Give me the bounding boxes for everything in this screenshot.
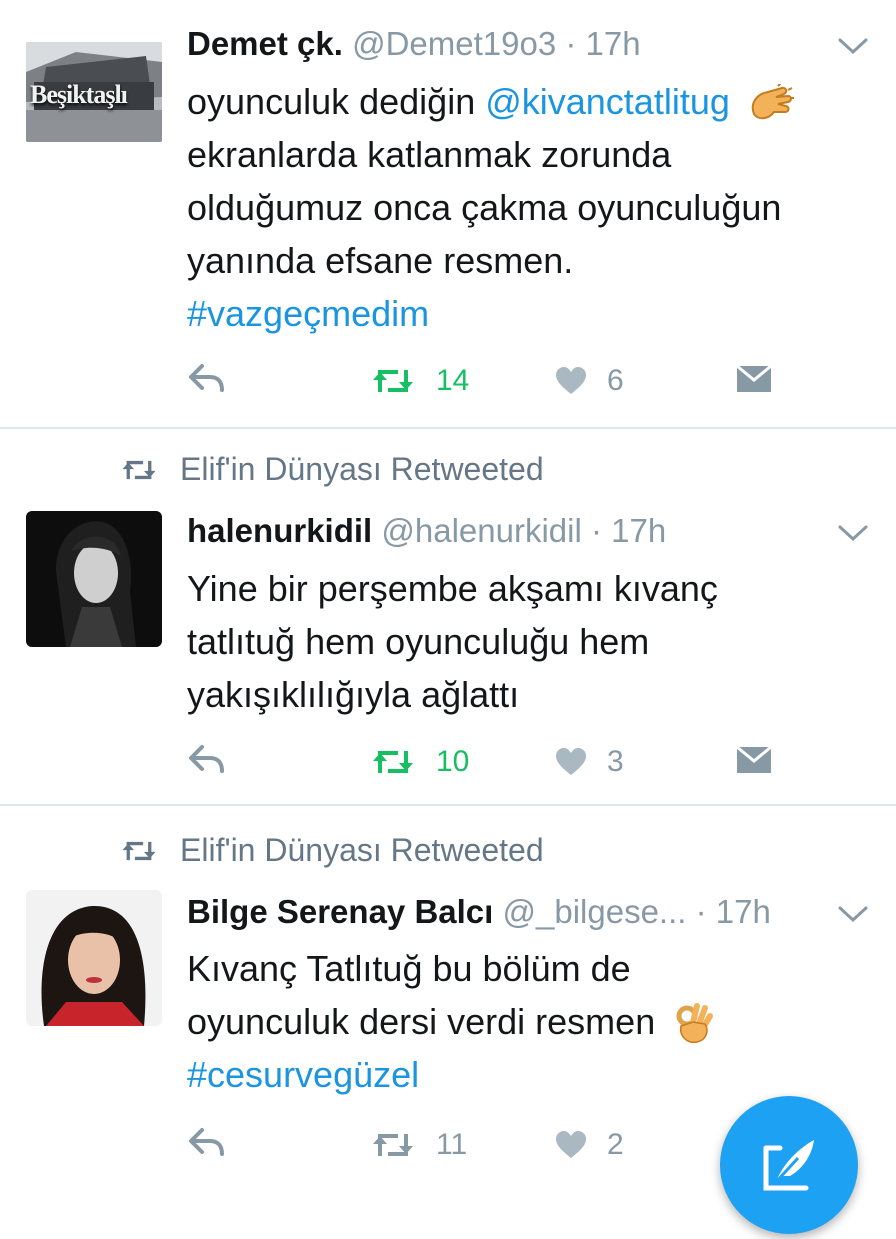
like-button[interactable]: 2 <box>555 1128 624 1162</box>
user-handle[interactable]: @_bilgese... <box>503 893 687 930</box>
tweet-header: Bilge Serenay Balcı @_bilgese... · 17h <box>187 892 816 932</box>
avatar-bilge[interactable] <box>26 890 162 1026</box>
avatar-image <box>26 890 162 1026</box>
text-line: Yine bir perşembe akşamı kıvanç <box>187 568 718 609</box>
retweet-context: Elif'in Dünyası Retweeted <box>120 451 544 488</box>
reply-icon <box>189 364 224 392</box>
user-handle[interactable]: @halenurkidil <box>381 512 581 549</box>
retweet-button[interactable]: 14 <box>370 364 469 398</box>
like-count: 3 <box>607 745 624 778</box>
chevron-down-icon[interactable] <box>836 523 870 543</box>
text-line: olduğumuz onca çakma oyunculuğun <box>187 187 782 228</box>
reply-button[interactable] <box>188 362 226 394</box>
direct-message-button[interactable] <box>736 745 772 775</box>
user-handle[interactable]: @Demet19o3 <box>352 25 556 62</box>
text-line: oyunculuk dediğin <box>187 81 486 122</box>
avatar-halenurkidil[interactable] <box>26 511 162 647</box>
tweet-text: oyunculuk dediğin @kivanctatlitug ekranl… <box>187 75 867 340</box>
display-name[interactable]: halenurkidil <box>187 512 372 549</box>
reply-icon <box>189 745 224 773</box>
reply-icon <box>189 1128 224 1156</box>
separator-dot: · <box>591 512 602 549</box>
retweet-icon <box>122 841 156 860</box>
tweet-text: Kıvanç Tatlıtuğ bu bölüm de oyunculuk de… <box>187 942 867 1101</box>
avatar-image <box>26 511 162 647</box>
tweet-2[interactable]: Elif'in Dünyası Retweeted halenurkidil @… <box>0 429 896 805</box>
retweet-context-label[interactable]: Elif'in Dünyası Retweeted <box>180 451 544 488</box>
text-line: yanında efsane resmen. <box>187 240 574 281</box>
chevron-down-icon[interactable] <box>836 904 870 924</box>
text-line: Kıvanç Tatlıtuğ bu bölüm de <box>187 948 631 989</box>
ok-hand-icon <box>676 1003 714 1044</box>
compose-quill-icon <box>763 1140 814 1191</box>
heart-icon <box>556 748 586 775</box>
text-line: oyunculuk dersi verdi resmen <box>187 1001 656 1042</box>
like-button[interactable]: 6 <box>555 364 624 398</box>
text-line: tatlıtuğ hem oyunculuğu hem <box>187 621 650 662</box>
text-line: ekranlarda katlanmak zorunda <box>187 134 672 175</box>
tweet-time[interactable]: 17h <box>586 25 641 62</box>
retweet-count: 14 <box>436 364 470 397</box>
retweet-button[interactable]: 10 <box>370 745 469 779</box>
avatar-label: Beşiktaşlı <box>30 80 128 109</box>
like-count: 6 <box>607 364 624 397</box>
like-count: 2 <box>607 1128 624 1161</box>
separator-dot: · <box>695 893 707 930</box>
retweet-icon <box>373 370 413 392</box>
retweet-icon <box>373 751 413 773</box>
tweet-time[interactable]: 17h <box>611 512 666 549</box>
retweet-context-label[interactable]: Elif'in Dünyası Retweeted <box>180 832 544 869</box>
retweet-count: 11 <box>436 1128 468 1161</box>
tweet-header: halenurkidil @halenurkidil · 17h <box>187 511 816 551</box>
heart-icon <box>556 1131 586 1158</box>
retweet-button[interactable]: 11 <box>370 1128 467 1162</box>
like-button[interactable]: 3 <box>555 745 624 779</box>
retweet-count: 10 <box>436 745 470 778</box>
hashtag-link[interactable]: #vazgeçmedim <box>187 287 867 340</box>
retweet-context: Elif'in Dünyası Retweeted <box>120 832 544 869</box>
chevron-down-icon[interactable] <box>836 36 870 56</box>
heart-icon <box>556 367 586 394</box>
retweet-icon <box>122 460 156 479</box>
reply-button[interactable] <box>188 1126 226 1158</box>
tweet-1[interactable]: Beşiktaşlı Demet çk. @Demet19o3 · 17h oy… <box>0 0 896 428</box>
avatar-demet[interactable]: Beşiktaşlı <box>26 42 162 142</box>
text-line: yakışıklılığıyla ağlattı <box>187 674 520 715</box>
compose-tweet-button[interactable] <box>720 1096 858 1234</box>
mention-link[interactable]: @kivanctatlitug <box>485 81 730 122</box>
direct-message-button[interactable] <box>736 364 772 394</box>
separator-dot: · <box>565 25 577 62</box>
display-name[interactable]: Demet çk. <box>187 25 343 62</box>
envelope-icon <box>736 364 772 392</box>
clapping-hands-icon <box>751 84 794 120</box>
reply-button[interactable] <box>188 743 226 775</box>
retweet-icon <box>373 1134 413 1156</box>
tweet-header: Demet çk. @Demet19o3 · 17h <box>187 24 816 64</box>
tweet-time[interactable]: 17h <box>716 893 771 930</box>
tweet-text: Yine bir perşembe akşamı kıvanç tatlıtuğ… <box>187 562 867 721</box>
display-name[interactable]: Bilge Serenay Balcı <box>187 893 493 930</box>
hashtag-link[interactable]: #cesurvegüzel <box>187 1048 867 1101</box>
envelope-icon <box>736 745 772 773</box>
